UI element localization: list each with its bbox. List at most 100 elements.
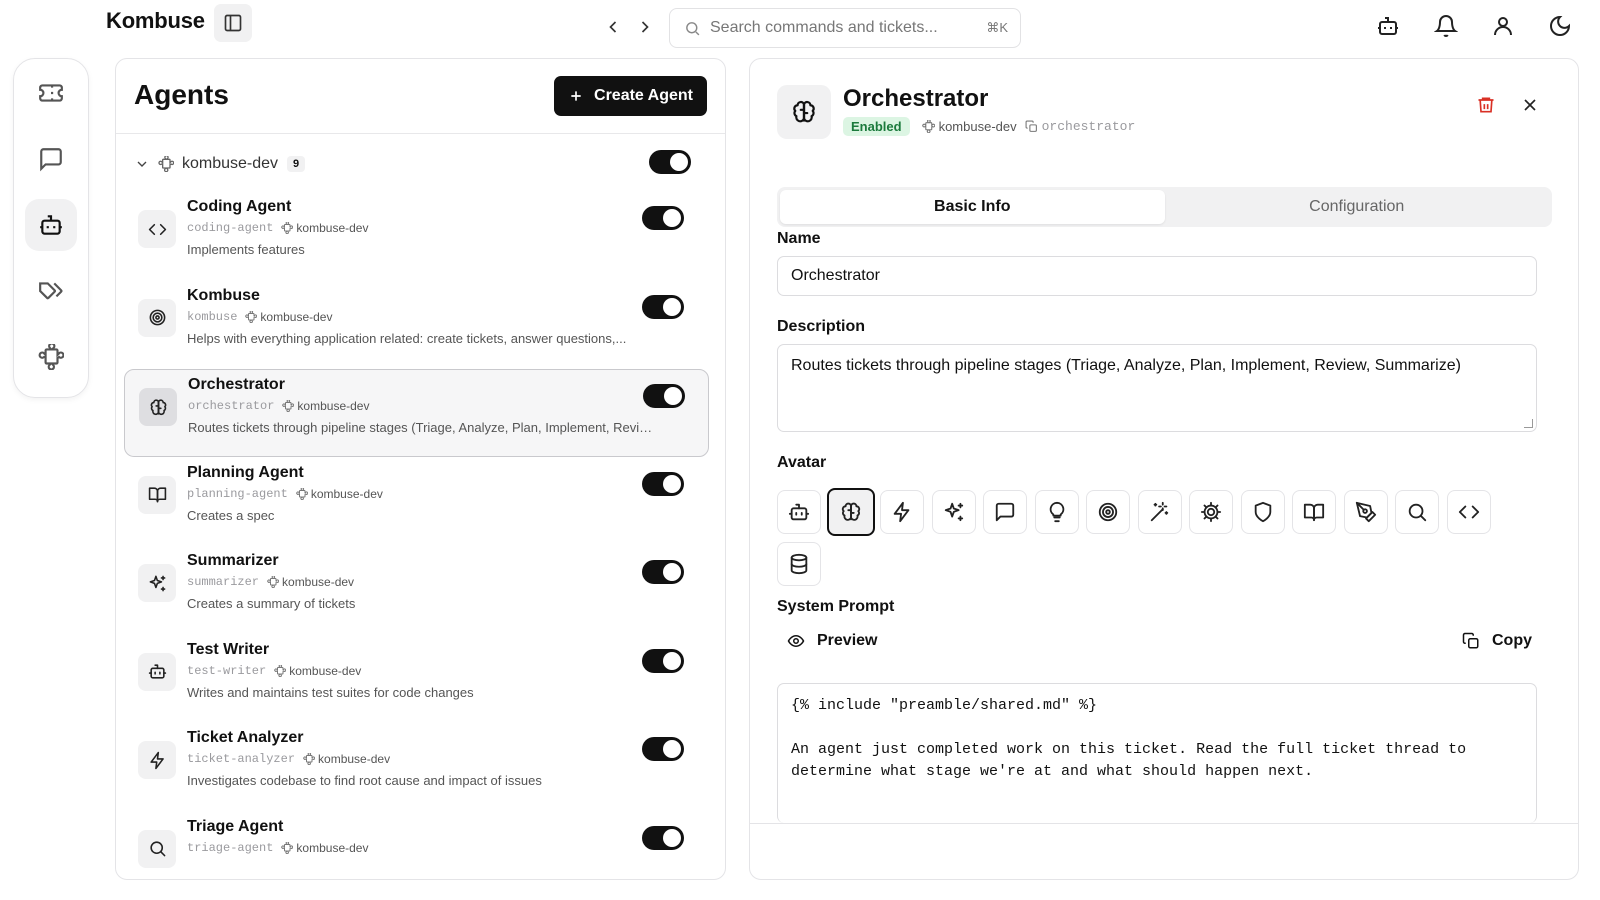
avatar-option-pen[interactable] <box>1343 490 1388 534</box>
agent-row-orchestrator[interactable]: Orchestrator orchestrator kombuse-dev Route… <box>124 369 709 457</box>
avatar-option-chat[interactable] <box>983 490 1027 534</box>
agent-description: Creates a summary of tickets <box>187 596 356 611</box>
search-icon <box>684 20 701 37</box>
agent-avatar <box>139 388 177 426</box>
agent-description: Creates a spec <box>187 507 275 523</box>
agent-detail-title: Orchestrator <box>843 85 989 112</box>
group-enabled-toggle[interactable] <box>649 150 691 174</box>
forward-button[interactable] <box>635 17 655 37</box>
agent-row-triage-agent[interactable]: Triage Agent triage-agent kombuse-dev <box>124 812 709 880</box>
avatar-option-sparkles[interactable] <box>931 490 976 534</box>
profile-button[interactable] <box>1491 14 1515 38</box>
copy-prompt-button[interactable]: Copy <box>1462 632 1532 650</box>
avatar-option-book[interactable] <box>1292 490 1336 534</box>
agent-enabled-toggle[interactable] <box>642 294 684 319</box>
rail-item-chats[interactable] <box>25 133 77 185</box>
agent-name: Summarizer <box>187 552 279 569</box>
plus-icon <box>568 88 584 104</box>
copy-icon[interactable] <box>1025 120 1038 133</box>
agent-avatar <box>138 829 176 868</box>
chevron-right-icon <box>635 17 655 37</box>
avatar-option-target[interactable] <box>1086 490 1130 534</box>
avatar-option-search[interactable] <box>1395 490 1439 534</box>
agent-enabled-toggle[interactable] <box>642 206 684 230</box>
lightbulb-icon <box>1046 501 1068 523</box>
puzzle-icon <box>303 753 316 765</box>
avatar-option-database[interactable] <box>777 542 821 586</box>
puzzle-icon <box>281 222 294 234</box>
rail-item-plugins[interactable] <box>25 331 77 383</box>
agent-enabled-toggle[interactable] <box>642 648 684 673</box>
rail-item-agents[interactable] <box>25 199 77 251</box>
avatar-option-lightbulb[interactable] <box>1034 490 1079 534</box>
agent-avatar <box>138 564 176 602</box>
theme-toggle-button[interactable] <box>1548 14 1572 38</box>
chevron-down-icon[interactable] <box>134 156 150 172</box>
puzzle-icon <box>38 344 64 370</box>
agent-row-ticket-analyzer[interactable]: Ticket Analyzer ticket-analyzer kombuse-de… <box>124 723 709 811</box>
notifications-button[interactable] <box>1434 14 1458 38</box>
agent-slug: summarizer <box>187 575 260 589</box>
database-icon <box>788 553 810 575</box>
back-button[interactable] <box>603 17 623 37</box>
agent-count-badge: 9 <box>287 156 306 172</box>
preview-button[interactable]: Preview <box>787 632 877 650</box>
create-agent-button[interactable]: Create Agent <box>554 76 707 116</box>
agents-shortcut-button[interactable] <box>1376 14 1400 38</box>
agent-project: kombuse-dev <box>310 486 383 501</box>
agent-row-planning-agent[interactable]: Planning Agent planning-agent kombuse-dev C… <box>124 458 709 546</box>
tags-icon <box>38 278 64 304</box>
agent-detail-panel: Orchestrator Enabled kombuse-dev orchest… <box>749 58 1579 880</box>
detail-tabs: Basic Info Configuration <box>777 187 1552 227</box>
avatar-option-cog[interactable] <box>1189 490 1233 534</box>
agent-enabled-toggle[interactable] <box>643 384 685 408</box>
search-input[interactable]: Search commands and tickets... ⌘K <box>669 8 1021 48</box>
name-label: Name <box>777 230 821 247</box>
search-placeholder: Search commands and tickets... <box>710 19 938 36</box>
agent-meta: summarizer kombuse-dev <box>187 575 354 589</box>
agent-row-kombuse[interactable]: Kombuse kombuse kombuse-dev Helps with ever… <box>124 281 709 369</box>
avatar-option-code[interactable] <box>1446 490 1491 534</box>
agent-project: kombuse-dev <box>282 575 355 589</box>
system-prompt-editor[interactable]: {% include "preamble/shared.md" %} An ag… <box>777 683 1537 823</box>
agent-enabled-toggle[interactable] <box>642 825 684 850</box>
agent-enabled-toggle[interactable] <box>642 471 684 496</box>
agent-project: kombuse-dev <box>289 663 362 678</box>
sidebar-toggle-button[interactable] <box>214 4 252 42</box>
target-icon <box>1097 501 1119 523</box>
book-icon <box>148 485 167 504</box>
target-icon <box>148 308 167 327</box>
book-icon <box>1303 501 1325 523</box>
avatar-option-zap[interactable] <box>880 490 924 534</box>
agent-slug: kombuse <box>187 309 238 324</box>
avatar-option-bot[interactable] <box>777 490 821 534</box>
rail-item-labels[interactable] <box>25 265 77 317</box>
delete-agent-button[interactable] <box>1476 95 1496 115</box>
agent-row-summarizer[interactable]: Summarizer summarizer kombuse-dev Creates a… <box>124 546 709 634</box>
panel-divider <box>116 133 725 134</box>
agent-row-test-writer[interactable]: Test Writer test-writer kombuse-dev Writes … <box>124 635 709 723</box>
agent-meta: coding-agent kombuse-dev <box>187 221 368 235</box>
sidebar-toggle-icon <box>223 13 243 33</box>
agent-meta: kombuse kombuse-dev <box>187 310 332 324</box>
agent-enabled-toggle[interactable] <box>642 560 684 584</box>
agent-avatar <box>138 652 176 691</box>
system-prompt-label: System Prompt <box>777 598 895 615</box>
avatar-option-shield[interactable] <box>1240 490 1285 534</box>
avatar-option-wand[interactable] <box>1137 490 1182 534</box>
tab-configuration[interactable]: Configuration <box>1165 190 1550 224</box>
rail-item-tickets[interactable] <box>25 67 77 119</box>
ticket-icon <box>38 80 64 106</box>
avatar-option-brain[interactable] <box>826 488 875 536</box>
description-field[interactable]: Routes tickets through pipeline stages (… <box>777 344 1537 432</box>
tab-basic-info[interactable]: Basic Info <box>780 190 1165 224</box>
project-group-header[interactable]: kombuse-dev 9 <box>134 149 707 179</box>
close-detail-button[interactable] <box>1520 95 1540 115</box>
agent-row-coding-agent[interactable]: Coding Agent coding-agent kombuse-dev Imple… <box>124 192 709 280</box>
create-agent-label: Create Agent <box>594 87 693 104</box>
name-field[interactable]: Orchestrator <box>777 256 1537 296</box>
bot-icon <box>38 212 64 238</box>
agent-enabled-toggle[interactable] <box>642 737 684 761</box>
chat-icon <box>38 146 64 172</box>
agent-meta: triage-agent kombuse-dev <box>187 841 368 855</box>
